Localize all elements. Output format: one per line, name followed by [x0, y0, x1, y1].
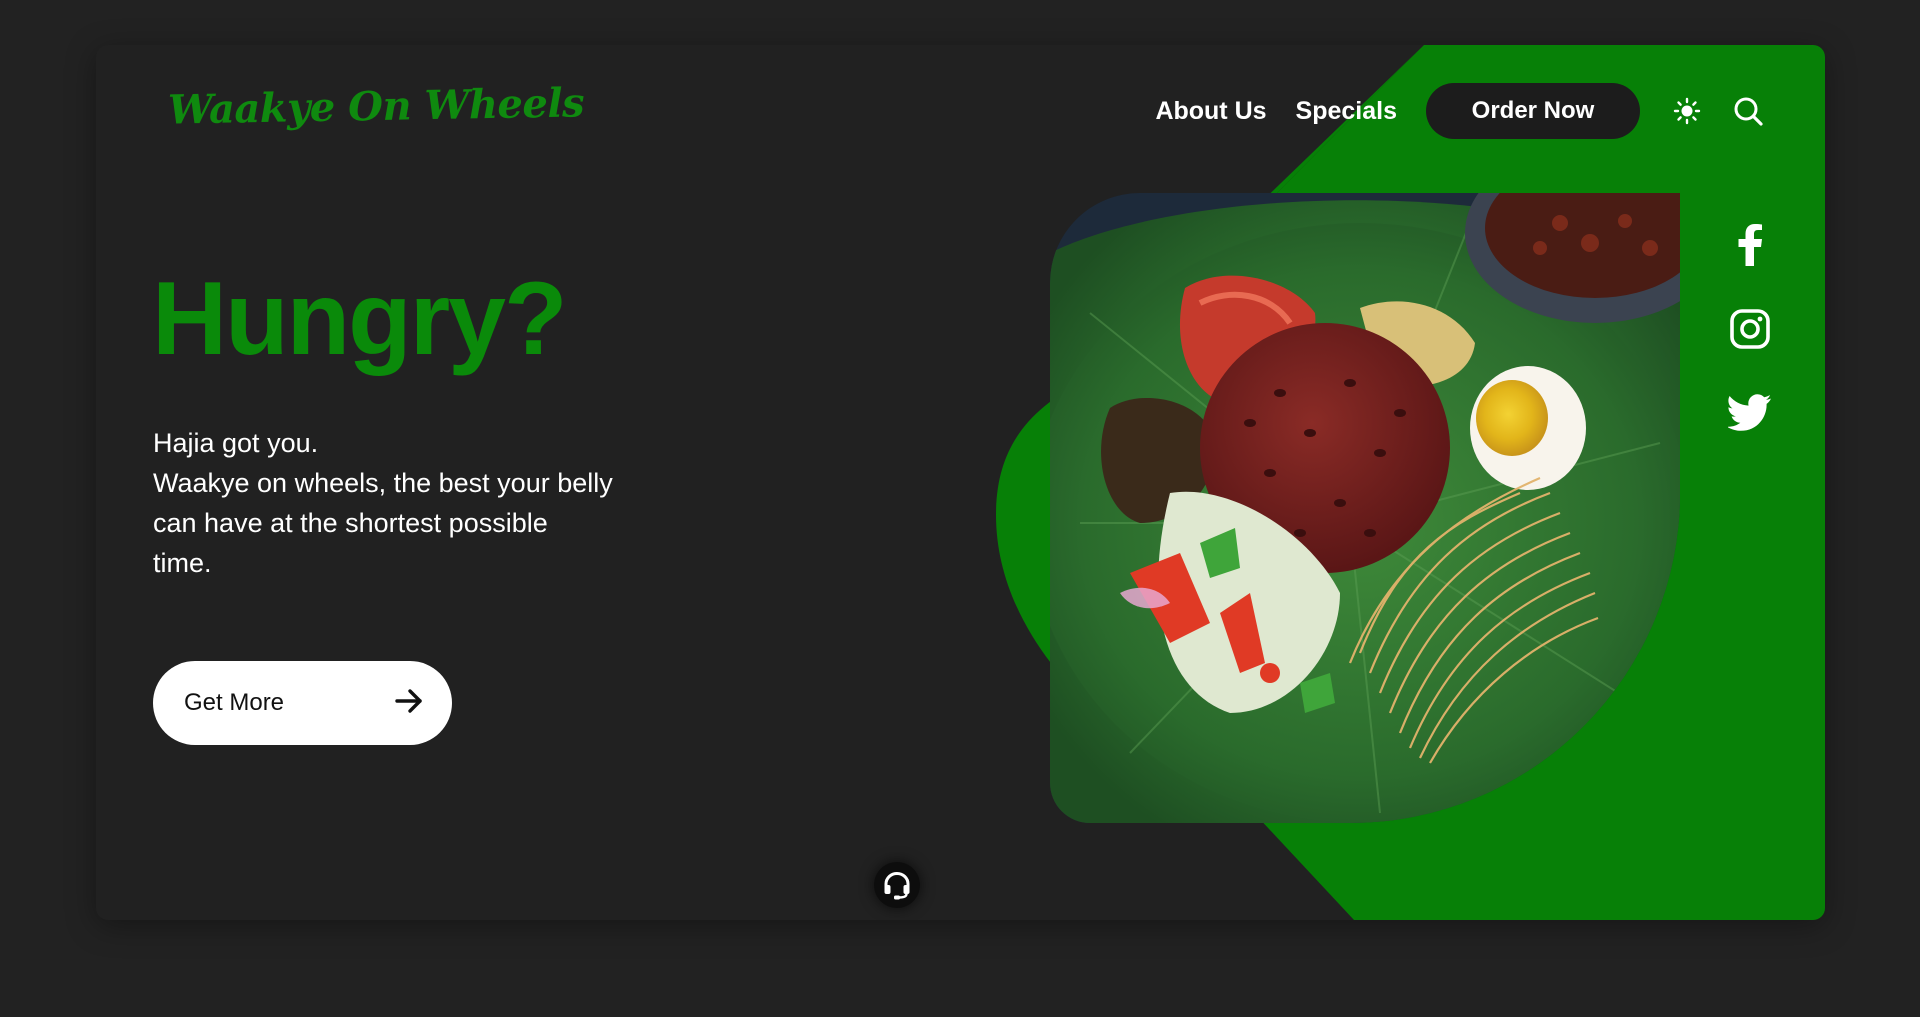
sun-icon[interactable] [1670, 94, 1704, 128]
arrow-right-icon [394, 686, 424, 721]
top-nav: About Us Specials Order Now [1155, 83, 1765, 139]
tagline-line-2: Waakye on wheels, the best your belly ca… [153, 468, 613, 578]
search-icon[interactable] [1731, 94, 1765, 128]
logo[interactable]: Waakye On Wheels [168, 79, 585, 133]
twitter-icon[interactable] [1728, 391, 1772, 435]
hero-tagline: Hajia got you. Waakye on wheels, the bes… [153, 423, 683, 583]
hero-card: Waakye On Wheels About Us Specials Order… [96, 45, 1825, 920]
tagline-line-1: Hajia got you. [153, 428, 319, 458]
hero-headline: Hungry? [152, 261, 568, 377]
get-more-button[interactable]: Get More [153, 661, 452, 745]
instagram-icon[interactable] [1728, 307, 1772, 351]
facebook-icon[interactable] [1728, 223, 1772, 267]
order-now-button[interactable]: Order Now [1426, 83, 1640, 139]
social-links [1728, 223, 1772, 475]
nav-specials[interactable]: Specials [1296, 97, 1397, 126]
nav-about-us[interactable]: About Us [1155, 97, 1266, 126]
get-more-label: Get More [184, 689, 285, 716]
headset-icon[interactable] [874, 862, 920, 908]
